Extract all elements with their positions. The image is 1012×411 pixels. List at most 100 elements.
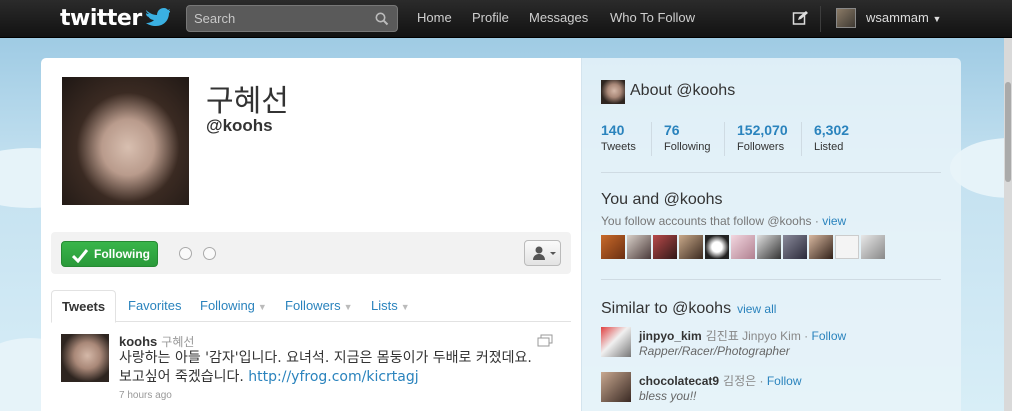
mutual-follower-avatar[interactable] (783, 235, 807, 259)
mutual-follower-avatar[interactable] (861, 235, 885, 259)
tab-lists-label: Lists (371, 298, 398, 313)
retweet-toggle-icon[interactable] (203, 247, 216, 260)
tweet-fullname: 구혜선 (161, 335, 195, 349)
stat-divider (651, 122, 652, 156)
similar-title: Similar to @koohs view all (601, 300, 776, 318)
profile-action-bar: Following (51, 232, 571, 274)
mutual-follower-avatar[interactable] (835, 235, 859, 259)
stat-followers[interactable]: 152,070 Followers (737, 122, 788, 153)
tab-favorites-label: Favorites (128, 298, 182, 313)
profile-tabs: Tweets Favorites Following ▼ Followers ▼ L… (51, 290, 571, 323)
tab-tweets[interactable]: Tweets (51, 290, 117, 323)
stat-followers-value: 152,070 (737, 122, 788, 138)
nav-home[interactable]: Home (417, 10, 452, 25)
chevron-down-icon: ▼ (343, 302, 353, 312)
following-label: Following (94, 247, 150, 261)
mutual-follower-avatar[interactable] (601, 235, 625, 259)
about-title: About @koohs (630, 82, 736, 99)
account-menu[interactable]: wsammam ▼ (866, 10, 941, 25)
similar-user-name: chocolatecat9 김정은 · Follow (639, 372, 802, 389)
stat-following-value: 76 (664, 122, 680, 138)
tab-favorites[interactable]: Favorites (128, 298, 181, 313)
you-and-title: You and @koohs (601, 191, 723, 208)
user-avatar[interactable] (836, 8, 856, 28)
mutual-follower-avatar[interactable] (705, 235, 729, 259)
stat-tweets-value: 140 (601, 122, 625, 138)
mutual-follower-avatar[interactable] (809, 235, 833, 259)
mutual-follower-avatar[interactable] (653, 235, 677, 259)
user-actions-dropdown[interactable] (524, 240, 561, 266)
tweet-username[interactable]: koohs (119, 334, 157, 349)
tab-following-label: Following (200, 298, 255, 313)
mutual-follower-avatar[interactable] (679, 235, 703, 259)
search-icon[interactable] (375, 12, 389, 31)
you-and-view-link[interactable]: view (822, 214, 846, 228)
tab-following[interactable]: Following ▼ (200, 298, 267, 313)
profile-sidebar: About @koohs 140 Tweets 76 Following 152,0… (581, 58, 961, 411)
chevron-down-icon: ▼ (932, 14, 942, 24)
nav-who-to-follow[interactable]: Who To Follow (610, 10, 695, 25)
section-divider (601, 172, 941, 173)
tab-followers[interactable]: Followers ▼ (285, 298, 353, 313)
top-navigation-bar: twitter Home Profile Messages Who To Fol… (0, 0, 1012, 38)
tab-lists[interactable]: Lists ▼ (371, 298, 410, 313)
similar-username[interactable]: chocolatecat9 (639, 374, 719, 388)
mutual-follower-avatar[interactable] (757, 235, 781, 259)
similar-user-name: jinpyo_kim 김진표 Jinpyo Kim · Follow (639, 327, 846, 344)
follow-link[interactable]: Follow (812, 329, 847, 343)
bird-icon (144, 6, 171, 32)
search-box[interactable] (186, 5, 398, 32)
scrollbar-thumb[interactable] (1005, 82, 1011, 182)
similar-username[interactable]: jinpyo_kim (639, 329, 702, 343)
profile-display-name: 구혜선 (206, 84, 289, 119)
tweet-timestamp[interactable]: 7 hours ago (119, 390, 172, 401)
you-and-text: You follow accounts that follow @koohs · (601, 214, 823, 228)
account-username: wsammam (866, 10, 929, 25)
tweet-avatar[interactable] (61, 334, 109, 382)
profile-main-panel: 구혜선 @koohs Following Tweets Favorites Fo… (41, 58, 581, 411)
you-and-subtitle: You follow accounts that follow @koohs ·… (601, 214, 846, 228)
scrollbar[interactable] (1004, 38, 1012, 411)
about-avatar (601, 80, 625, 104)
compose-tweet-icon[interactable] (792, 10, 808, 26)
twitter-logo[interactable]: twitter (60, 6, 171, 32)
mutual-follower-avatar[interactable] (627, 235, 651, 259)
follow-link[interactable]: Follow (767, 374, 802, 388)
stat-following-label: Following (664, 141, 711, 153)
similar-fullname: 김진표 Jinpyo Kim · (705, 329, 812, 343)
similar-user-bio: Rapper/Racer/Photographer (639, 344, 790, 358)
tweet-author[interactable]: koohs 구혜선 (119, 333, 194, 350)
similar-user-avatar[interactable] (601, 327, 631, 357)
tweet-item[interactable]: koohs 구혜선 사랑하는 아들 '감자'입니다. 요녀석. 지금은 몸둥이가 … (51, 324, 571, 411)
search-input[interactable] (187, 6, 357, 31)
nav-profile[interactable]: Profile (472, 10, 509, 25)
similar-view-all-link[interactable]: view all (737, 302, 776, 316)
topbar-divider (820, 6, 821, 32)
device-notification-icon[interactable] (179, 247, 192, 260)
stat-listed[interactable]: 6,302 Listed (814, 122, 849, 153)
stat-following[interactable]: 76 Following (664, 122, 710, 153)
checkmark-icon (71, 247, 89, 271)
similar-fullname: 김정은 · (723, 374, 767, 388)
tweet-text: 사랑하는 아들 '감자'입니다. 요녀석. 지금은 몸둥이가 두배로 커졌데요.… (119, 349, 559, 387)
profile-photo[interactable] (62, 77, 189, 205)
following-button[interactable]: Following (61, 241, 158, 267)
similar-user-avatar[interactable] (601, 372, 631, 402)
stat-listed-value: 6,302 (814, 122, 850, 138)
similar-user-bio: bless you!! (639, 389, 697, 403)
nav-messages[interactable]: Messages (529, 10, 588, 25)
stat-listed-label: Listed (814, 141, 844, 153)
chevron-down-icon: ▼ (257, 302, 267, 312)
stat-tweets[interactable]: 140 Tweets (601, 122, 636, 153)
section-divider (601, 279, 941, 280)
stat-followers-label: Followers (737, 141, 785, 153)
mutual-follower-avatar[interactable] (731, 235, 755, 259)
profile-handle: @koohs (206, 116, 273, 135)
chevron-down-icon: ▼ (400, 302, 410, 312)
stat-tweets-label: Tweets (601, 141, 636, 153)
tweet-link[interactable]: http://yfrog.com/kicrtagj (248, 369, 418, 385)
stat-divider (801, 122, 802, 156)
similar-heading: Similar to @koohs (601, 300, 732, 317)
tab-followers-label: Followers (285, 298, 341, 313)
logo-text: twitter (60, 6, 142, 31)
